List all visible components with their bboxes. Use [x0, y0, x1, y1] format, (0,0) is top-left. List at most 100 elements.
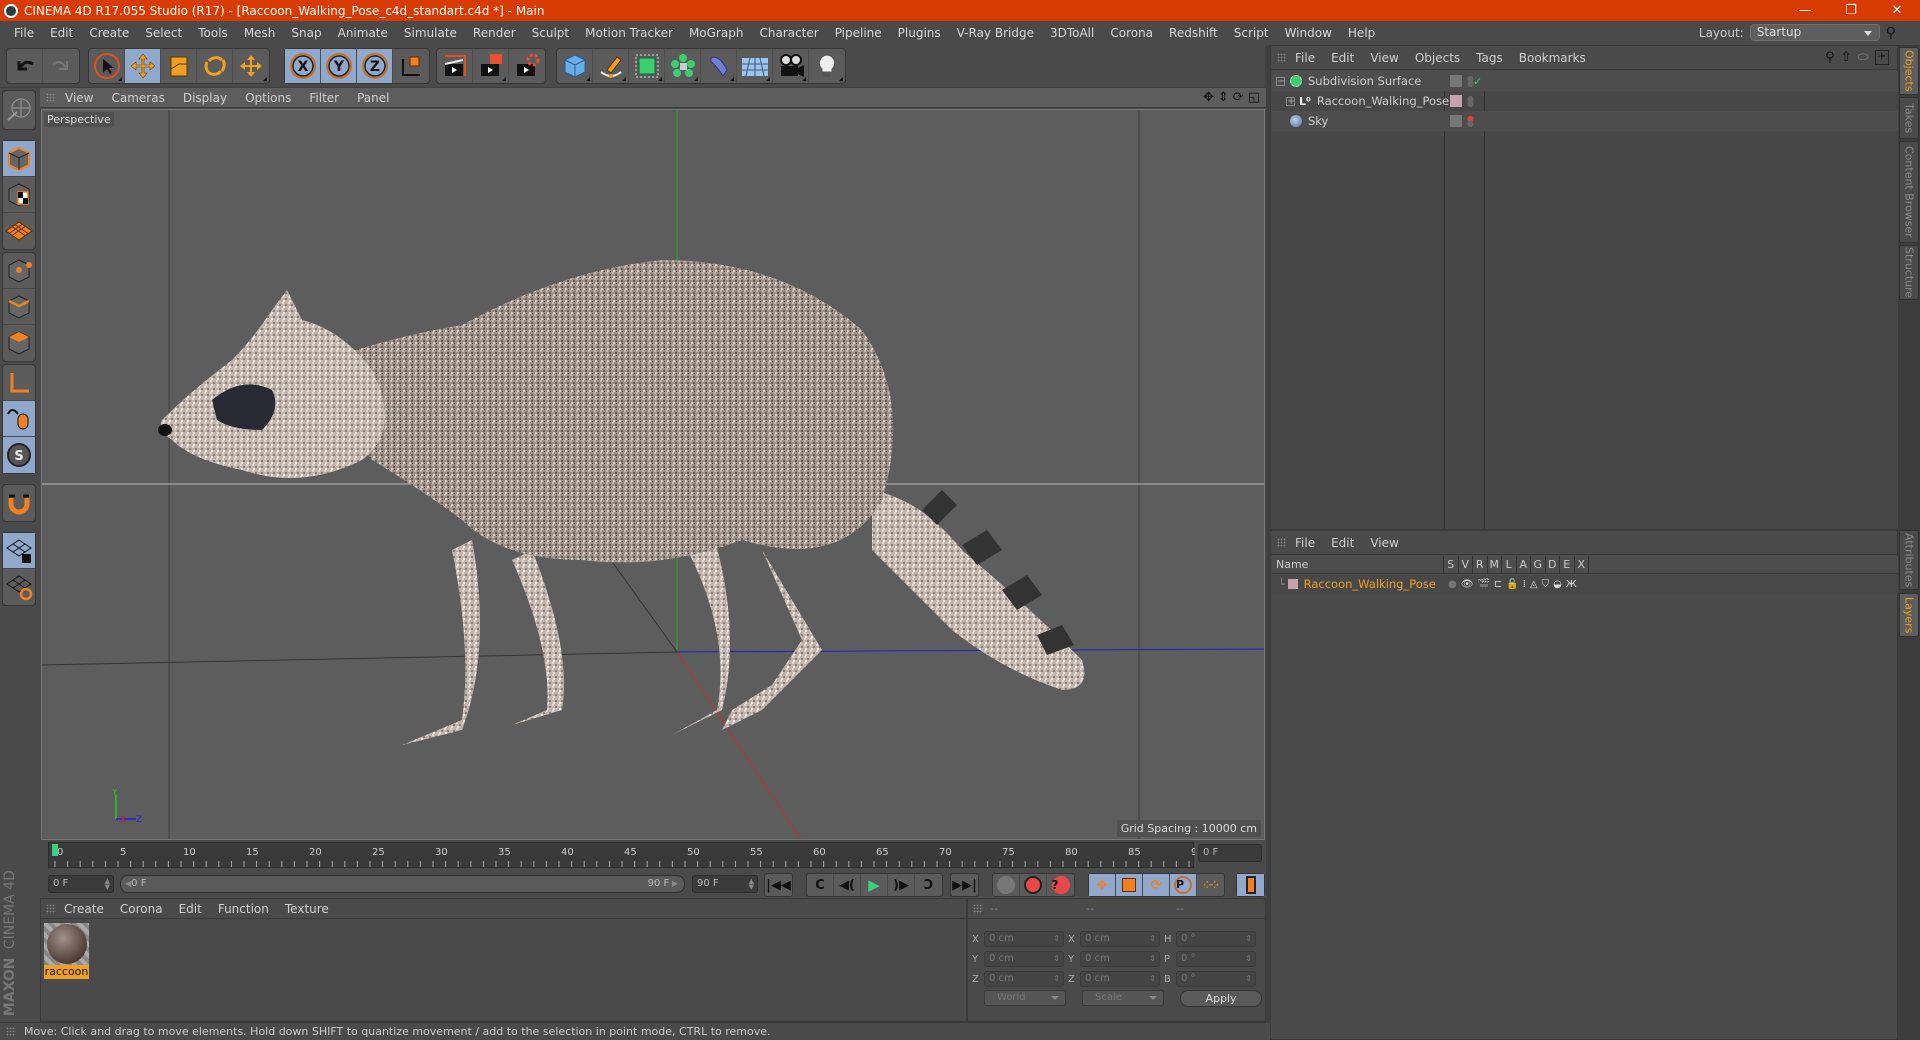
tweak-icon[interactable]	[3, 401, 35, 437]
layers-menu-file[interactable]: File	[1287, 536, 1323, 550]
coord-transform-dropdown[interactable]: Scale	[1082, 990, 1164, 1006]
menu-edit[interactable]: Edit	[42, 26, 81, 40]
lock-workplane-icon[interactable]	[3, 533, 35, 569]
menu-motion-tracker[interactable]: Motion Tracker	[577, 26, 681, 40]
edges-mode-icon[interactable]	[3, 289, 35, 325]
column-solo[interactable]: S	[1444, 555, 1459, 574]
new-window-icon[interactable]: +	[1874, 50, 1889, 65]
magnet-icon[interactable]	[3, 485, 35, 521]
home-icon[interactable]: ⇧	[1841, 50, 1852, 65]
column-render[interactable]: R	[1473, 555, 1488, 574]
workplane-icon[interactable]	[3, 91, 35, 129]
objects-menu-tags[interactable]: Tags	[1468, 51, 1511, 65]
objects-menu-edit[interactable]: Edit	[1323, 51, 1362, 65]
column-animation[interactable]: A	[1517, 555, 1531, 574]
render-picture-viewer-icon[interactable]	[473, 49, 509, 83]
viewport-menu-view[interactable]: View	[56, 91, 102, 105]
grip-icon[interactable]	[1277, 52, 1287, 63]
column-xrefs[interactable]: X	[1575, 555, 1589, 574]
camera-icon[interactable]	[773, 49, 809, 83]
light-icon[interactable]	[809, 49, 845, 83]
visibility-dots-icon[interactable]: ● ●	[1467, 95, 1474, 108]
render-settings-icon[interactable]	[509, 49, 545, 83]
menu-window[interactable]: Window	[1277, 26, 1340, 40]
key-position-icon[interactable]: ✥	[1089, 874, 1116, 896]
grip-icon[interactable]	[973, 903, 983, 914]
layers-menu-edit[interactable]: Edit	[1323, 536, 1362, 550]
size-x-field[interactable]: 0 cm	[1080, 931, 1160, 947]
layer-color-swatch[interactable]	[1287, 579, 1298, 589]
menu-animate[interactable]: Animate	[330, 26, 396, 40]
pen-spline-icon[interactable]	[593, 49, 629, 83]
objects-menu-view[interactable]: View	[1362, 51, 1406, 65]
apply-button[interactable]: Apply	[1180, 990, 1262, 1007]
render-view-icon[interactable]	[437, 49, 473, 83]
layer-color-icon[interactable]	[1450, 95, 1462, 107]
tab-structure[interactable]: Structure	[1899, 245, 1919, 300]
objects-menu-file[interactable]: File	[1287, 51, 1323, 65]
grip-icon[interactable]	[6, 1026, 16, 1037]
menu-character[interactable]: Character	[751, 26, 826, 40]
solo-toggle-icon[interactable]: ●	[1448, 579, 1457, 590]
search-icon[interactable]: ⚲	[1825, 50, 1835, 65]
mograph-cloner-icon[interactable]	[665, 49, 701, 83]
menu-script[interactable]: Script	[1226, 26, 1277, 40]
dolly-icon[interactable]: ⇕	[1218, 90, 1229, 105]
floor-icon[interactable]	[737, 49, 773, 83]
column-view[interactable]: V	[1459, 555, 1473, 574]
coordinate-system-icon[interactable]	[393, 49, 429, 83]
material-menu-create[interactable]: Create	[56, 902, 112, 916]
column-deformers[interactable]: D	[1546, 555, 1560, 574]
maximize-view-icon[interactable]: ◱	[1248, 90, 1260, 105]
x-axis-lock-button[interactable]: X	[285, 49, 321, 83]
editor-visibility-icon[interactable]	[1450, 75, 1462, 87]
search-icon[interactable]: ⚲	[1886, 25, 1896, 41]
next-frame-icon[interactable]: )▶	[888, 874, 915, 896]
manager-toggle-icon[interactable]: ⊏	[1494, 579, 1502, 590]
object-row[interactable]: + L⁰ Raccoon_Walking_Pose ● ●	[1272, 91, 1898, 111]
solo-icon[interactable]: S	[3, 437, 35, 473]
viewport-menu-cameras[interactable]: Cameras	[102, 91, 173, 105]
column-manager[interactable]: M	[1488, 555, 1502, 574]
timeline-window-icon[interactable]	[1237, 874, 1264, 896]
deformer-icon[interactable]	[701, 49, 737, 83]
end-frame-field[interactable]: 90 F ▲ ▼	[692, 875, 758, 893]
menu-tools[interactable]: Tools	[190, 26, 236, 40]
prev-frame-icon[interactable]: ◀(	[834, 874, 861, 896]
workplane-grid-icon[interactable]	[3, 213, 35, 249]
column-name[interactable]: Name	[1272, 555, 1444, 574]
move-multi-icon[interactable]	[233, 49, 269, 83]
undo-icon[interactable]	[7, 49, 43, 83]
collapse-icon[interactable]: −	[1276, 76, 1285, 86]
key-pla-icon[interactable]: ⁘⁘	[1197, 874, 1224, 896]
start-frame-field[interactable]: 0 F ▲ ▼	[48, 875, 114, 893]
viewport-menu-panel[interactable]: Panel	[348, 91, 398, 105]
z-axis-lock-button[interactable]: Z	[357, 49, 393, 83]
visibility-dots-icon[interactable]: ● ●	[1467, 115, 1474, 128]
menu-corona[interactable]: Corona	[1102, 26, 1161, 40]
position-x-field[interactable]: 0 cm	[984, 931, 1064, 947]
object-name[interactable]: Subdivision Surface	[1308, 74, 1421, 88]
y-axis-lock-button[interactable]: Y	[321, 49, 357, 83]
material-menu-edit[interactable]: Edit	[171, 902, 210, 916]
snap-workplane-icon[interactable]	[3, 569, 35, 605]
menu-mesh[interactable]: Mesh	[236, 26, 284, 40]
tab-objects[interactable]: Objects	[1899, 47, 1919, 95]
polygons-mode-icon[interactable]	[3, 325, 35, 361]
menu-snap[interactable]: Snap	[283, 26, 329, 40]
tab-layers[interactable]: Layers	[1899, 593, 1919, 637]
position-z-field[interactable]: 0 cm	[984, 971, 1064, 987]
restore-button[interactable]: ❐	[1828, 0, 1874, 21]
menu-help[interactable]: Help	[1340, 26, 1383, 40]
lock-toggle-icon[interactable]: 🔓	[1506, 579, 1518, 590]
material-menu-corona[interactable]: Corona	[112, 902, 171, 916]
close-button[interactable]: ✕	[1874, 0, 1920, 21]
key-rotation-icon[interactable]: ⟳	[1143, 874, 1170, 896]
layers-menu-view[interactable]: View	[1362, 536, 1406, 550]
goto-end-icon[interactable]: ▶▶|	[951, 874, 978, 896]
rotate-icon[interactable]	[197, 49, 233, 83]
menu-render[interactable]: Render	[465, 26, 524, 40]
menu-plugins[interactable]: Plugins	[890, 26, 949, 40]
menu-create[interactable]: Create	[81, 26, 137, 40]
move-icon[interactable]	[125, 49, 161, 83]
